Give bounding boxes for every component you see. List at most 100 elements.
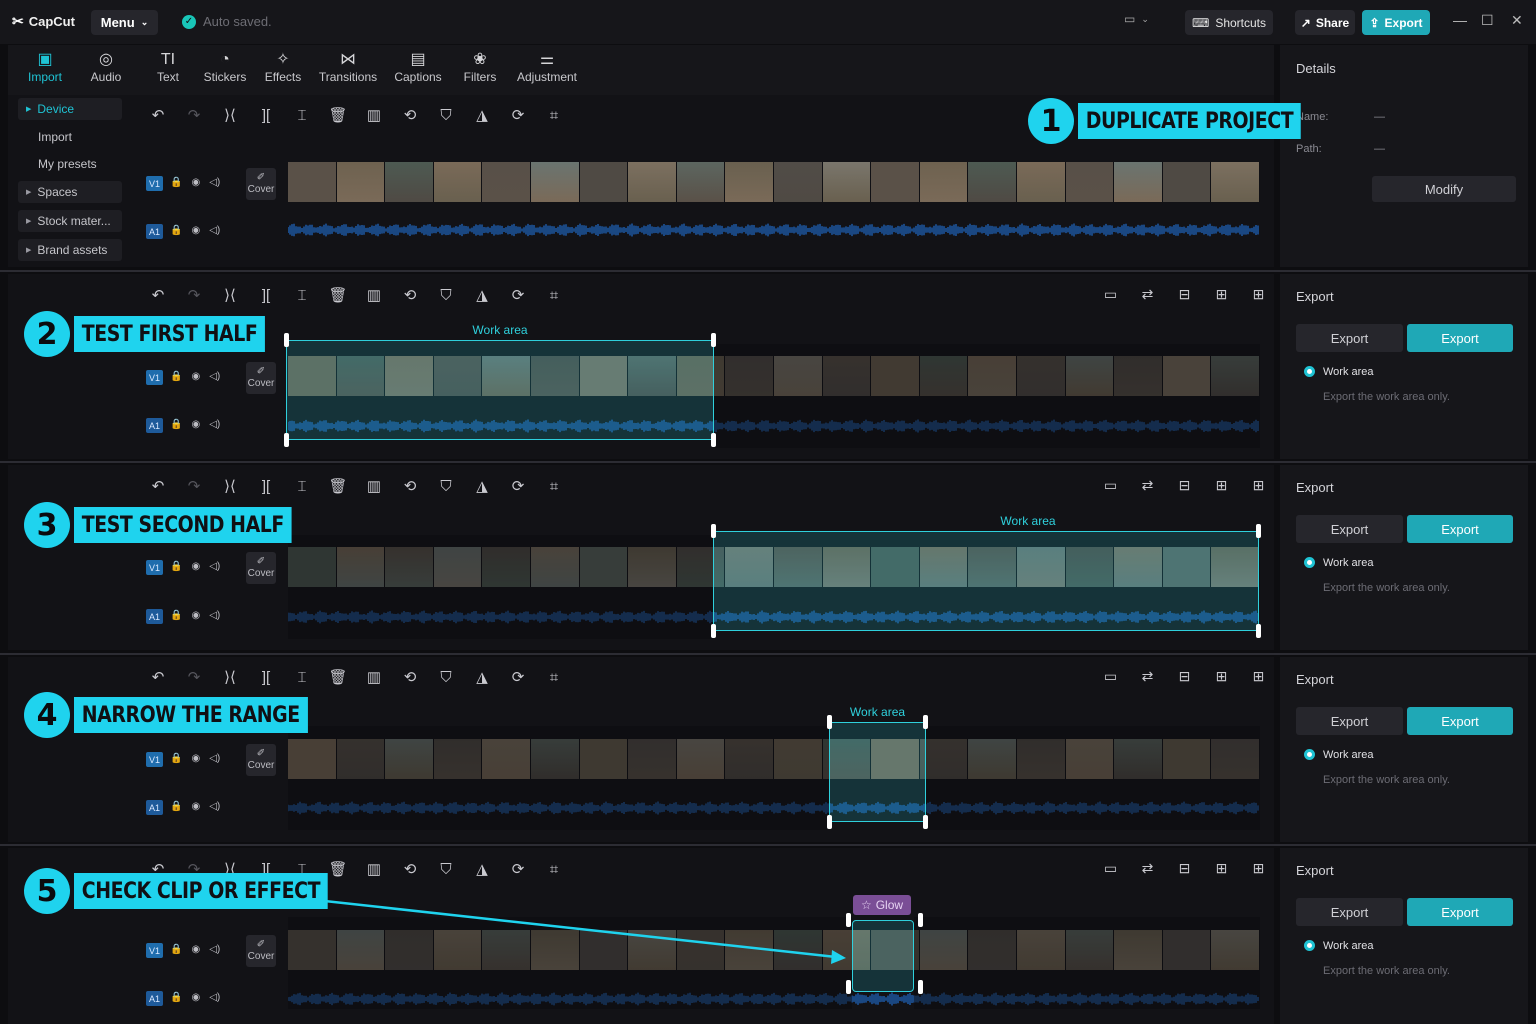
undo-icon[interactable]: ↶ [140, 477, 176, 495]
work-area-start-handle[interactable] [827, 815, 832, 829]
crop-icon[interactable]: ⌗ [536, 669, 572, 686]
mirror-icon[interactable]: ◮ [464, 477, 500, 495]
export-button[interactable]: ⇪ Export [1362, 10, 1430, 35]
work-area-end-handle[interactable] [711, 333, 716, 347]
zoom-in-icon[interactable]: ⊞ [1203, 860, 1240, 877]
mirror-icon[interactable]: ◮ [464, 286, 500, 304]
work-area-radio[interactable] [1304, 749, 1315, 760]
lock-icon[interactable]: 🔒 [170, 419, 182, 430]
tab-effects[interactable]: ✧ Effects [252, 50, 314, 84]
work-area-end-handle[interactable] [1256, 624, 1261, 638]
delete-icon[interactable]: 🗑 [320, 668, 356, 686]
zoom-in-icon[interactable]: ⊞ [1203, 477, 1240, 494]
menu-button[interactable]: Menu ⌄ [91, 10, 158, 35]
tab-text[interactable]: TI Text [137, 50, 199, 84]
delete-icon[interactable]: 🗑 [320, 477, 356, 495]
work-area-radio[interactable] [1304, 366, 1315, 377]
work-area-end-handle[interactable] [711, 433, 716, 447]
split-left-icon[interactable]: ][ [248, 287, 284, 304]
zoom-out-icon[interactable]: ⊟ [1166, 477, 1203, 494]
lock-icon[interactable]: 🔒 [170, 561, 182, 572]
eye-icon[interactable]: ◉ [191, 610, 200, 621]
mask-icon[interactable]: ⛉ [428, 287, 464, 304]
rotate-icon[interactable]: ⟳ [500, 477, 536, 495]
export-option-button[interactable]: Export [1296, 324, 1403, 352]
cover-button[interactable]: ✐ Cover [246, 935, 276, 967]
speaker-icon[interactable]: ◁) [209, 561, 220, 572]
maximize-icon[interactable]: ☐ [1481, 12, 1494, 29]
rotate-icon[interactable]: ⟳ [500, 286, 536, 304]
crop-icon[interactable]: ⌗ [536, 107, 572, 124]
work-area-radio[interactable] [1304, 940, 1315, 951]
lock-icon[interactable]: 🔒 [170, 753, 182, 764]
tab-filters[interactable]: ❀ Filters [449, 50, 511, 84]
undo-icon[interactable]: ↶ [140, 106, 176, 124]
grid-icon[interactable]: ⊞ [1240, 286, 1277, 303]
layout-button[interactable]: ▭ ⌄ [1124, 12, 1149, 26]
speaker-icon[interactable]: ◁) [209, 992, 220, 1003]
work-area-start-handle[interactable] [827, 715, 832, 729]
rotate-icon[interactable]: ⟳ [500, 106, 536, 124]
crop-icon[interactable]: ⌗ [536, 287, 572, 304]
replace-icon[interactable]: ⟲ [392, 477, 428, 495]
speaker-icon[interactable]: ◁) [209, 225, 220, 236]
grid-icon[interactable]: ⊞ [1240, 477, 1277, 494]
crop-icon[interactable]: ⌗ [536, 478, 572, 495]
sidebar-item-device[interactable]: ▶ Device [18, 98, 122, 120]
mask-icon[interactable]: ⛉ [428, 478, 464, 495]
modify-button[interactable]: Modify [1372, 176, 1516, 202]
delete-icon[interactable]: 🗑 [320, 106, 356, 124]
mask-icon[interactable]: ⛉ [428, 669, 464, 686]
delete-icon[interactable]: 🗑 [320, 286, 356, 304]
undo-icon[interactable]: ↶ [140, 286, 176, 304]
split-left-icon[interactable]: ][ [248, 107, 284, 124]
clip-end-handle[interactable] [918, 980, 923, 994]
sidebar-item-brand-assets[interactable]: ▶ Brand assets [18, 239, 122, 261]
shortcuts-button[interactable]: ⌨ Shortcuts [1185, 10, 1273, 35]
link-icon[interactable]: ⇄ [1129, 860, 1166, 877]
freeze-icon[interactable]: ▥ [356, 668, 392, 686]
video-clip-strip[interactable] [288, 162, 1260, 202]
lock-icon[interactable]: 🔒 [170, 944, 182, 955]
lock-icon[interactable]: 🔒 [170, 992, 182, 1003]
work-area-selection[interactable] [286, 340, 714, 440]
freeze-icon[interactable]: ▥ [356, 106, 392, 124]
preview-icon[interactable]: ▭ [1092, 477, 1129, 494]
export-confirm-button[interactable]: Export [1407, 898, 1513, 926]
effect-clip-selection[interactable] [852, 920, 914, 992]
export-confirm-button[interactable]: Export [1407, 324, 1513, 352]
work-area-radio[interactable] [1304, 557, 1315, 568]
freeze-icon[interactable]: ▥ [356, 286, 392, 304]
tab-audio[interactable]: ◎ Audio [75, 50, 137, 84]
speaker-icon[interactable]: ◁) [209, 801, 220, 812]
rotate-icon[interactable]: ⟳ [500, 860, 536, 878]
clip-end-handle[interactable] [918, 913, 923, 927]
mirror-icon[interactable]: ◮ [464, 668, 500, 686]
sidebar-item-spaces[interactable]: ▶ Spaces [18, 181, 122, 203]
cover-button[interactable]: ✐ Cover [246, 168, 276, 200]
preview-icon[interactable]: ▭ [1092, 668, 1129, 685]
lock-icon[interactable]: 🔒 [170, 801, 182, 812]
eye-icon[interactable]: ◉ [191, 801, 200, 812]
eye-icon[interactable]: ◉ [191, 177, 200, 188]
clip-start-handle[interactable] [846, 980, 851, 994]
tab-import[interactable]: ▣ Import [14, 50, 76, 84]
cover-button[interactable]: ✐ Cover [246, 552, 276, 584]
split-icon[interactable]: ⟩⟨ [212, 668, 248, 686]
sidebar-item-import[interactable]: Import [18, 126, 122, 148]
freeze-icon[interactable]: ▥ [356, 477, 392, 495]
zoom-out-icon[interactable]: ⊟ [1166, 286, 1203, 303]
eye-icon[interactable]: ◉ [191, 561, 200, 572]
sidebar-item-stock-material[interactable]: ▶ Stock mater... [18, 210, 122, 232]
effect-tag[interactable]: ☆ Glow [853, 895, 911, 915]
export-confirm-button[interactable]: Export [1407, 707, 1513, 735]
export-confirm-button[interactable]: Export [1407, 515, 1513, 543]
split-right-icon[interactable]: ⌶ [284, 478, 320, 495]
tab-captions[interactable]: ▤ Captions [387, 50, 449, 84]
eye-icon[interactable]: ◉ [191, 371, 200, 382]
speaker-icon[interactable]: ◁) [209, 944, 220, 955]
eye-icon[interactable]: ◉ [191, 944, 200, 955]
redo-icon[interactable]: ↷ [176, 106, 212, 124]
replace-icon[interactable]: ⟲ [392, 668, 428, 686]
redo-icon[interactable]: ↷ [176, 668, 212, 686]
